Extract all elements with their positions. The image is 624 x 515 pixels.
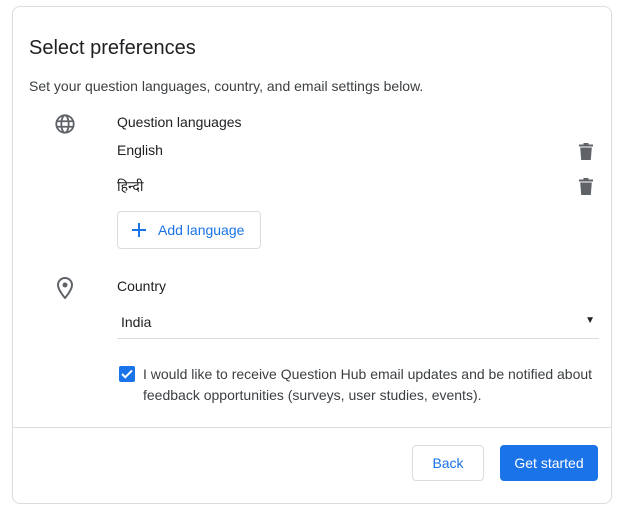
country-select[interactable]: India ▼ bbox=[117, 307, 599, 339]
country-value: India bbox=[121, 314, 152, 330]
location-pin-icon bbox=[53, 276, 77, 300]
trash-icon[interactable] bbox=[575, 139, 597, 163]
add-language-label: Add language bbox=[158, 222, 245, 238]
language-name: English bbox=[117, 142, 163, 158]
languages-section-label: Question languages bbox=[117, 114, 242, 130]
get-started-button[interactable]: Get started bbox=[500, 445, 598, 481]
preferences-card: Select preferences Set your question lan… bbox=[12, 6, 612, 504]
email-updates-checkbox[interactable] bbox=[119, 366, 135, 382]
checkmark-icon bbox=[121, 369, 133, 379]
footer-divider bbox=[13, 427, 611, 428]
language-name: हिन्दी bbox=[117, 179, 144, 195]
page-subtitle: Set your question languages, country, an… bbox=[29, 78, 424, 94]
dropdown-arrow-icon: ▼ bbox=[585, 315, 595, 326]
add-language-button[interactable]: Add language bbox=[117, 211, 261, 249]
trash-icon[interactable] bbox=[575, 174, 597, 198]
back-button[interactable]: Back bbox=[412, 445, 484, 481]
language-item: हिन्दी bbox=[117, 174, 597, 198]
language-item: English bbox=[117, 139, 597, 163]
country-section-label: Country bbox=[117, 278, 167, 294]
globe-icon bbox=[53, 112, 77, 136]
page-title: Select preferences bbox=[29, 37, 196, 59]
email-updates-text: I would like to receive Question Hub ema… bbox=[143, 366, 593, 403]
plus-icon bbox=[132, 223, 146, 237]
